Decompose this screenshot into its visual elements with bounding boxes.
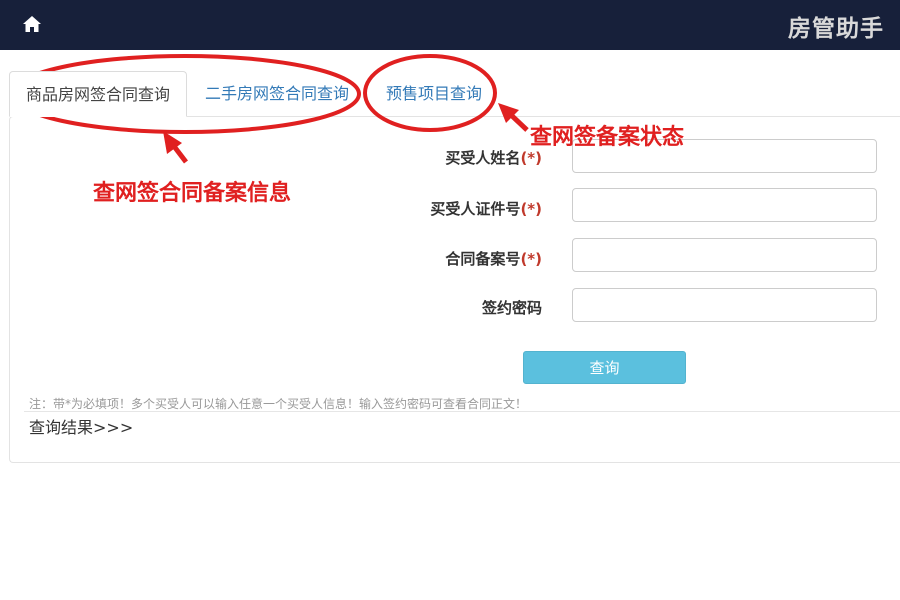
buyer-id-input[interactable] [572,188,877,222]
required-mark: (*) [520,149,542,167]
tab-presale-project[interactable]: 预售项目查询 [372,71,496,117]
buyer-name-label: 买受人姓名(*) [445,147,542,168]
field-label-text: 买受人证件号 [430,200,521,218]
required-mark: (*) [520,200,542,218]
query-results-label: 查询结果>>> [29,418,134,437]
tab-second-hand-housing-contract[interactable]: 二手房网签合同查询 [190,71,364,117]
field-label-text: 买受人姓名 [445,149,521,167]
field-label-text: 签约密码 [481,299,542,317]
required-fields-note: 注：带*为必填项！多个买受人可以输入任意一个买受人信息！输入签约密码可查看合同正… [29,397,528,411]
tab-commercial-housing-contract[interactable]: 商品房网签合同查询 [9,71,187,117]
required-mark: (*) [520,250,542,268]
field-label-text: 合同备案号 [445,250,521,268]
home-icon[interactable] [22,14,42,34]
divider [24,411,900,412]
signing-password-input[interactable] [572,288,877,322]
top-bar: 房管助手 [0,0,900,50]
query-button[interactable]: 查询 [523,351,686,384]
annotation-record-status: 查网签备案状态 [530,125,685,150]
signing-password-label: 签约密码 [482,297,542,318]
contract-record-no-label: 合同备案号(*) [445,248,542,269]
contract-record-no-input[interactable] [572,238,877,272]
app-title: 房管助手 [788,16,884,42]
buyer-id-label: 买受人证件号(*) [430,198,542,219]
annotation-contract-record-info: 查网签合同备案信息 [93,181,292,206]
